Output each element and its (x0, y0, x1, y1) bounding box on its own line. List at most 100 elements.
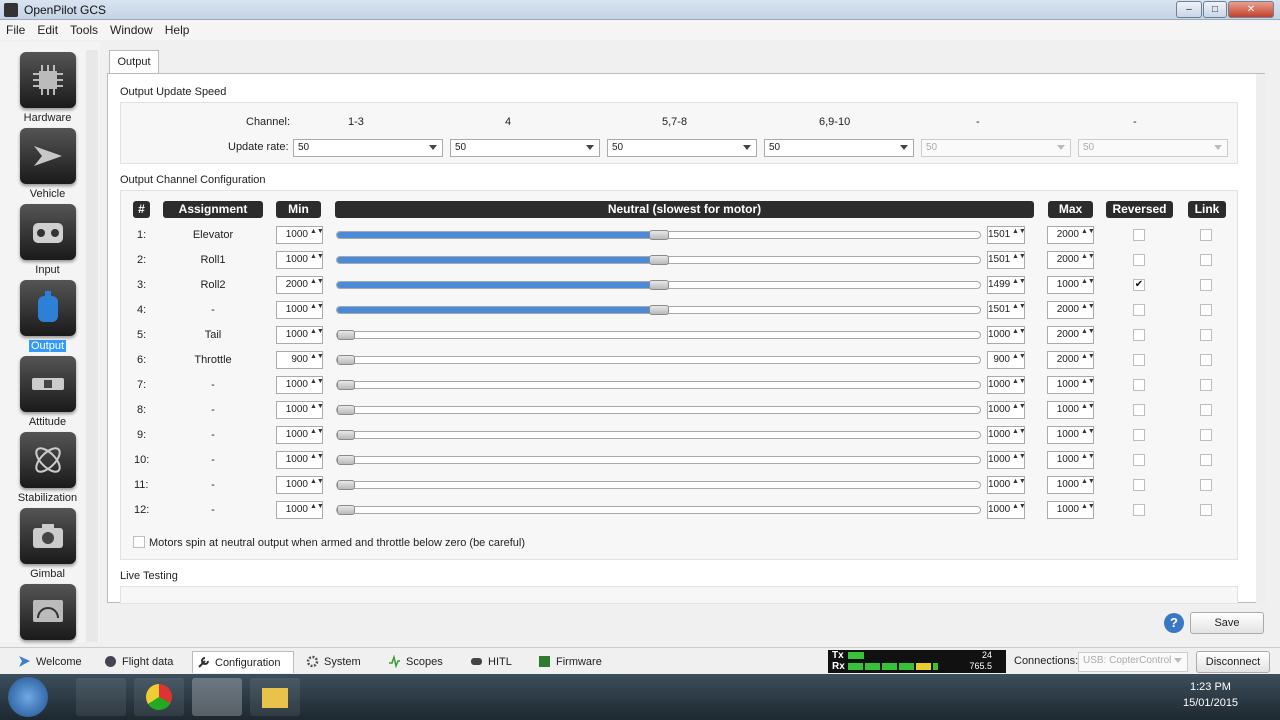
neutral-slider[interactable] (336, 280, 981, 290)
neutral-spinbox[interactable]: 1000 ▲▼ (987, 451, 1026, 469)
tab-output[interactable]: Output (109, 50, 159, 74)
spin-arrows-icon[interactable]: ▲▼ (1012, 378, 1026, 392)
workspace-system[interactable]: System (302, 651, 374, 673)
menu-file[interactable]: File (0, 20, 31, 40)
motors-spin-checkbox[interactable] (133, 536, 145, 548)
max-spinbox[interactable]: 2000 ▲▼ (1047, 251, 1095, 269)
minimize-button[interactable]: – (1176, 1, 1202, 18)
spin-arrows-icon[interactable]: ▲▼ (310, 278, 324, 292)
max-spinbox[interactable]: 1000 ▲▼ (1047, 401, 1095, 419)
reversed-checkbox[interactable]: ✔ (1133, 279, 1145, 291)
neutral-spinbox[interactable]: 1501 ▲▼ (987, 301, 1026, 319)
neutral-slider[interactable] (336, 480, 981, 490)
min-spinbox[interactable]: 1000 ▲▼ (276, 501, 324, 519)
spin-arrows-icon[interactable]: ▲▼ (1081, 253, 1095, 267)
neutral-slider[interactable] (336, 255, 981, 265)
spin-arrows-icon[interactable]: ▲▼ (1012, 253, 1026, 267)
workspace-hitl[interactable]: HITL (466, 651, 522, 673)
max-spinbox[interactable]: 2000 ▲▼ (1047, 351, 1095, 369)
link-checkbox[interactable] (1200, 404, 1212, 416)
neutral-slider[interactable] (336, 430, 981, 440)
neutral-spinbox[interactable]: 1501 ▲▼ (987, 226, 1026, 244)
spin-arrows-icon[interactable]: ▲▼ (1012, 228, 1026, 242)
neutral-slider[interactable] (336, 230, 981, 240)
start-button[interactable] (8, 677, 48, 717)
taskbar-calculator[interactable] (76, 678, 126, 716)
link-checkbox[interactable] (1200, 504, 1212, 516)
nav-vehicle[interactable]: Vehicle (0, 128, 95, 200)
reversed-checkbox[interactable] (1133, 304, 1145, 316)
link-checkbox[interactable] (1200, 379, 1212, 391)
min-spinbox[interactable]: 1000 ▲▼ (276, 451, 324, 469)
nav-output[interactable]: Output (0, 280, 95, 352)
update-rate-select[interactable]: 50 (764, 139, 914, 157)
workspace-configuration[interactable]: Configuration (192, 651, 294, 673)
spin-arrows-icon[interactable]: ▲▼ (1012, 278, 1026, 292)
reversed-checkbox[interactable] (1133, 429, 1145, 441)
spin-arrows-icon[interactable]: ▲▼ (1081, 278, 1095, 292)
neutral-spinbox[interactable]: 1000 ▲▼ (987, 326, 1026, 344)
min-spinbox[interactable]: 1000 ▲▼ (276, 376, 324, 394)
reversed-checkbox[interactable] (1133, 504, 1145, 516)
slider-handle[interactable] (648, 255, 669, 265)
neutral-spinbox[interactable]: 1501 ▲▼ (987, 251, 1026, 269)
spin-arrows-icon[interactable]: ▲▼ (1081, 328, 1095, 342)
neutral-spinbox[interactable]: 1499 ▲▼ (987, 276, 1026, 294)
spin-arrows-icon[interactable]: ▲▼ (310, 328, 324, 342)
link-checkbox[interactable] (1200, 279, 1212, 291)
neutral-slider[interactable] (336, 380, 981, 390)
nav-stabilization[interactable]: Stabilization (0, 432, 95, 504)
reversed-checkbox[interactable] (1133, 479, 1145, 491)
max-spinbox[interactable]: 1000 ▲▼ (1047, 376, 1095, 394)
spin-arrows-icon[interactable]: ▲▼ (1012, 478, 1026, 492)
spin-arrows-icon[interactable]: ▲▼ (1012, 303, 1026, 317)
save-button[interactable]: Save (1190, 612, 1264, 634)
spin-arrows-icon[interactable]: ▲▼ (310, 478, 324, 492)
workspace-firmware[interactable]: Firmware (534, 651, 610, 673)
max-spinbox[interactable]: 1000 ▲▼ (1047, 476, 1095, 494)
slider-handle[interactable] (337, 430, 355, 440)
max-spinbox[interactable]: 2000 ▲▼ (1047, 226, 1095, 244)
slider-handle[interactable] (337, 480, 355, 490)
spin-arrows-icon[interactable]: ▲▼ (1081, 303, 1095, 317)
neutral-spinbox[interactable]: 1000 ▲▼ (987, 426, 1026, 444)
slider-handle[interactable] (337, 455, 355, 465)
spin-arrows-icon[interactable]: ▲▼ (310, 378, 324, 392)
link-checkbox[interactable] (1200, 254, 1212, 266)
update-rate-select[interactable]: 50 (607, 139, 757, 157)
spin-arrows-icon[interactable]: ▲▼ (310, 453, 324, 467)
slider-handle[interactable] (648, 280, 669, 290)
help-icon[interactable]: ? (1164, 613, 1184, 633)
max-spinbox[interactable]: 2000 ▲▼ (1047, 326, 1095, 344)
min-spinbox[interactable]: 1000 ▲▼ (276, 426, 324, 444)
min-spinbox[interactable]: 1000 ▲▼ (276, 326, 324, 344)
spin-arrows-icon[interactable]: ▲▼ (1012, 353, 1026, 367)
menu-window[interactable]: Window (104, 20, 159, 40)
nav-hardware[interactable]: Hardware (0, 52, 95, 124)
max-spinbox[interactable]: 2000 ▲▼ (1047, 301, 1095, 319)
spin-arrows-icon[interactable]: ▲▼ (1081, 503, 1095, 517)
spin-arrows-icon[interactable]: ▲▼ (1081, 453, 1095, 467)
menu-tools[interactable]: Tools (64, 20, 104, 40)
spin-arrows-icon[interactable]: ▲▼ (1012, 453, 1026, 467)
min-spinbox[interactable]: 1000 ▲▼ (276, 251, 324, 269)
link-checkbox[interactable] (1200, 354, 1212, 366)
min-spinbox[interactable]: 900 ▲▼ (276, 351, 324, 369)
spin-arrows-icon[interactable]: ▲▼ (310, 253, 324, 267)
pane-scrollbar[interactable] (1256, 74, 1266, 604)
neutral-slider[interactable] (336, 455, 981, 465)
reversed-checkbox[interactable] (1133, 254, 1145, 266)
link-checkbox[interactable] (1200, 479, 1212, 491)
update-rate-select[interactable]: 50 (293, 139, 443, 157)
max-spinbox[interactable]: 1000 ▲▼ (1047, 426, 1095, 444)
spin-arrows-icon[interactable]: ▲▼ (1081, 378, 1095, 392)
spin-arrows-icon[interactable]: ▲▼ (1081, 353, 1095, 367)
neutral-spinbox[interactable]: 1000 ▲▼ (987, 376, 1026, 394)
link-checkbox[interactable] (1200, 329, 1212, 341)
connection-device-select[interactable]: USB: CopterControl (1078, 652, 1188, 672)
slider-handle[interactable] (648, 305, 669, 315)
slider-handle[interactable] (337, 330, 355, 340)
spin-arrows-icon[interactable]: ▲▼ (1012, 328, 1026, 342)
reversed-checkbox[interactable] (1133, 329, 1145, 341)
spin-arrows-icon[interactable]: ▲▼ (1081, 228, 1095, 242)
